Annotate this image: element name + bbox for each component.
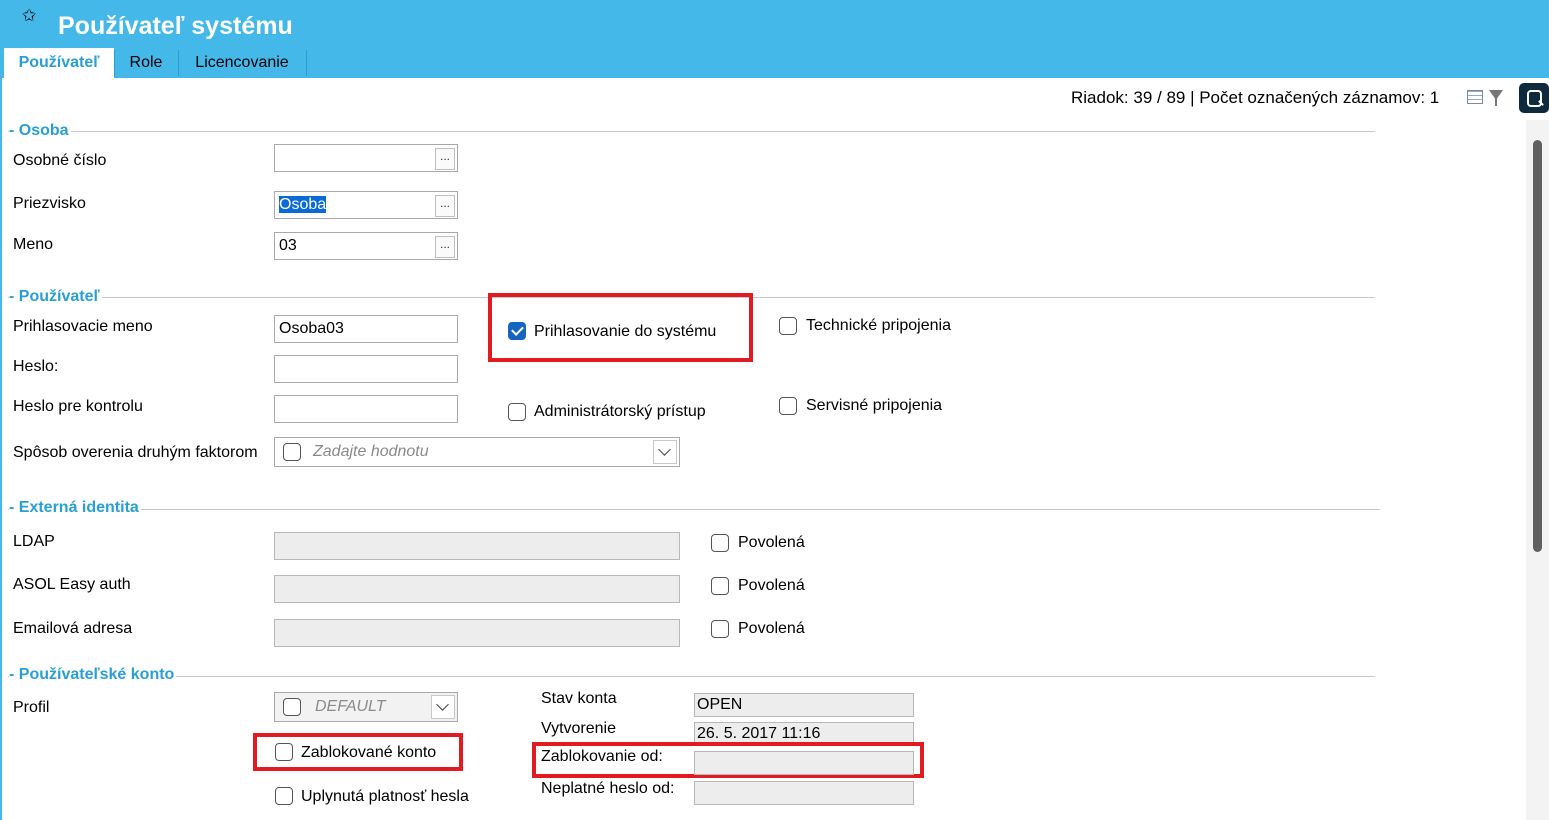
section-divider (8, 131, 1375, 132)
asol-field (274, 575, 680, 603)
stav-label: Stav konta (541, 690, 617, 707)
browse-button[interactable]: ... (435, 236, 455, 258)
heslo-label: Heslo: (13, 358, 59, 375)
priezvisko-label: Priezvisko (13, 195, 86, 212)
grid-settings-icon[interactable] (1467, 90, 1483, 104)
dvojfaktor-select[interactable]: Zadajte hodnotu (274, 437, 680, 467)
priezvisko-value: Osoba (279, 196, 327, 213)
profil-checkbox[interactable] (283, 698, 301, 716)
chevron-down-icon[interactable] (653, 440, 677, 464)
servisne-label: Servisné pripojenia (806, 397, 943, 414)
uplynuta-checkbox[interactable] (275, 787, 293, 805)
profil-value: DEFAULT (315, 698, 386, 715)
stav-field: OPEN (694, 693, 914, 717)
section-divider (8, 676, 1375, 677)
servisne-checkbox[interactable] (779, 397, 797, 415)
stav-value: OPEN (697, 696, 743, 713)
zablokovane-checkbox[interactable] (275, 743, 293, 761)
login-value: Osoba03 (279, 320, 344, 337)
admin-label: Administrátorský prístup (534, 403, 706, 420)
browse-button[interactable]: ... (435, 195, 455, 217)
prihlasovanie-label: Prihlasovanie do systému (534, 323, 717, 340)
section-externa-title: - Externá identita (9, 499, 141, 517)
section-pouzivatel-title: - Používateľ (9, 288, 102, 306)
asol-povolena-checkbox[interactable] (711, 577, 729, 595)
technicke-label: Technické pripojenia (806, 317, 951, 334)
email-label: Emailová adresa (13, 620, 133, 637)
dvojfaktor-checkbox[interactable] (283, 443, 301, 461)
neplatne-field (694, 781, 914, 805)
email-field (274, 619, 680, 647)
zablokovanie-label: Zablokovanie od: (541, 748, 663, 765)
ldap-povolena-checkbox[interactable] (711, 534, 729, 552)
left-border (0, 78, 2, 820)
heslo-kontrola-label: Heslo pre kontrolu (13, 398, 143, 415)
favorite-star-icon[interactable]: ✩ (22, 6, 36, 26)
email-povolena-checkbox[interactable] (711, 620, 729, 638)
ldap-label: LDAP (13, 533, 55, 550)
priezvisko-field[interactable]: Osoba ... (274, 191, 458, 219)
vytvorenie-label: Vytvorenie (541, 720, 616, 737)
heslo-field[interactable] (274, 355, 458, 383)
browse-button[interactable]: ... (435, 148, 455, 170)
ldap-povolena-label: Povolená (738, 534, 805, 551)
dvojfaktor-label: Spôsob overenia druhým faktorom (13, 444, 258, 461)
zablokovane-label: Zablokované konto (301, 744, 437, 761)
vytvorenie-value: 26. 5. 2017 11:16 (697, 725, 821, 742)
scrollbar-thumb[interactable] (1533, 140, 1542, 552)
email-povolena-label: Povolená (738, 620, 805, 637)
record-status: Riadok: 39 / 89 | Počet označených zázna… (1071, 88, 1440, 107)
tab-divider (306, 50, 307, 76)
neplatne-label: Neplatné heslo od: (541, 780, 675, 797)
asol-label: ASOL Easy auth (13, 576, 131, 593)
section-osoba-title: - Osoba (9, 122, 71, 140)
osobne-cislo-field[interactable]: ... (274, 144, 458, 172)
chevron-down-icon[interactable] (431, 695, 455, 719)
tab-licencovanie[interactable]: Licencovanie (178, 48, 306, 78)
section-konto-title: - Používateľské konto (9, 666, 177, 684)
profil-label: Profil (13, 699, 50, 716)
osobne-cislo-label: Osobné číslo (13, 152, 107, 169)
meno-field[interactable]: 03 ... (274, 232, 458, 260)
meno-value: 03 (279, 237, 297, 254)
admin-checkbox[interactable] (508, 403, 526, 421)
dvojfaktor-placeholder: Zadajte hodnotu (313, 443, 429, 460)
login-field[interactable]: Osoba03 (274, 315, 458, 343)
tab-pouzivatel[interactable]: Používateľ (4, 48, 114, 78)
meno-label: Meno (13, 236, 54, 253)
section-divider (8, 509, 1380, 510)
profil-select[interactable]: DEFAULT (274, 692, 458, 722)
login-label: Prihlasovacie meno (13, 318, 153, 335)
zablokovanie-field (694, 751, 914, 775)
filter-icon[interactable] (1489, 90, 1503, 106)
prihlasovanie-checkbox[interactable] (508, 322, 526, 340)
technicke-checkbox[interactable] (779, 317, 797, 335)
heslo-kontrola-field[interactable] (274, 395, 458, 423)
quick-search-icon[interactable] (1519, 83, 1549, 113)
uplynuta-label: Uplynutá platnosť hesla (301, 788, 469, 805)
tab-role[interactable]: Role (114, 48, 178, 78)
ldap-field (274, 532, 680, 560)
window-title: Používateľ systému (58, 12, 293, 40)
asol-povolena-label: Povolená (738, 577, 805, 594)
